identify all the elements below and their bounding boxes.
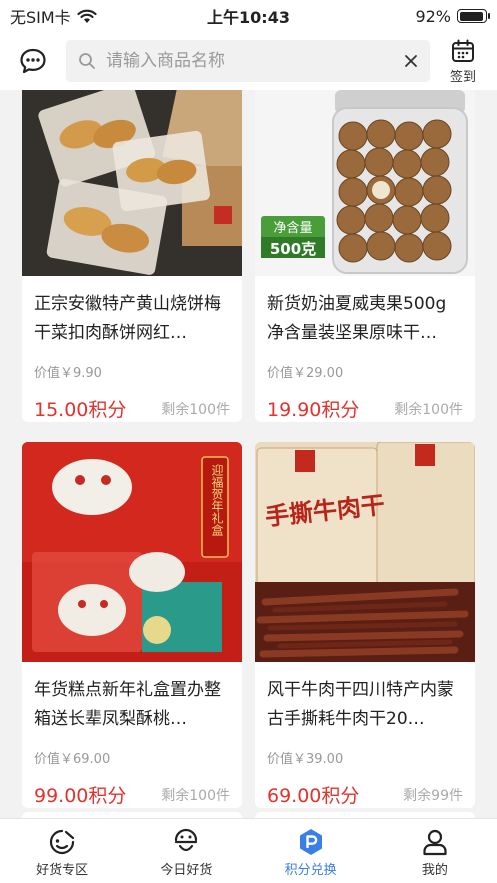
goods-icon: [50, 829, 75, 855]
tab-bar: 好货专区 今日好货 积分兑换 我的: [0, 818, 497, 883]
points-icon: [299, 829, 322, 855]
tab-label: 我的: [421, 863, 448, 878]
product-value: 价值￥9.90: [34, 366, 102, 381]
tab-label: 积分兑换: [284, 863, 337, 878]
product-remaining: 剩余100件: [394, 401, 463, 418]
calendar-icon: [452, 39, 474, 62]
tab-label: 好货专区: [36, 863, 89, 878]
product-image: 迎福贺年礼盒: [22, 442, 242, 662]
status-bar: 无SIM卡 上午10:43 92%: [0, 0, 497, 32]
product-title: 风干牛肉干四川特产内蒙古手撕耗牛肉干20…: [267, 680, 454, 729]
product-remaining: 剩余100件: [161, 401, 230, 418]
profile-icon: [423, 829, 447, 856]
product-title: 正宗安徽特产黄山烧饼梅干菜扣肉酥饼网红…: [34, 294, 221, 343]
badge-weight: 500克: [270, 240, 316, 258]
header: 签到: [0, 32, 497, 90]
product-title: 新货奶油夏威夷果500g净含量装坚果原味干…: [267, 294, 447, 343]
message-icon[interactable]: [18, 46, 48, 76]
tab-label: 今日好货: [160, 863, 213, 878]
product-value: 价值￥29.00: [267, 366, 344, 381]
battery-percent: 92%: [415, 6, 451, 26]
badge-net-weight: 净含量: [273, 220, 312, 236]
clock: 上午10:43: [207, 8, 290, 27]
clear-icon[interactable]: [404, 54, 418, 68]
today-icon: [175, 828, 198, 852]
product-image: [22, 90, 242, 276]
product-value: 价值￥69.00: [34, 752, 111, 767]
product-image: 净含量 500克: [255, 90, 475, 276]
battery-icon: [457, 9, 490, 23]
product-value: 价值￥39.00: [267, 752, 344, 767]
product-remaining: 剩余99件: [403, 787, 463, 804]
product-points: 15.00积分: [34, 399, 127, 421]
product-points: 69.00积分: [267, 785, 360, 807]
tab-goods-zone[interactable]: 好货专区: [0, 819, 124, 883]
gift-box-banner: 迎福贺年礼盒: [210, 464, 224, 536]
tab-points-exchange[interactable]: 积分兑换: [249, 819, 373, 883]
tab-mine[interactable]: 我的: [373, 819, 497, 883]
product-points: 19.90积分: [267, 399, 360, 421]
signin-button[interactable]: 签到: [446, 38, 480, 85]
product-title: 年货糕点新年礼盒置办整箱送长辈凤梨酥桃…: [34, 680, 221, 729]
carrier-label: 无SIM卡: [10, 8, 71, 27]
tab-today-goods[interactable]: 今日好货: [124, 819, 248, 883]
product-grid: 正宗安徽特产黄山烧饼梅干菜扣肉酥饼网红… 价值￥9.90 15.00积分 剩余1…: [0, 90, 497, 818]
product-card[interactable]: 正宗安徽特产黄山烧饼梅干菜扣肉酥饼网红… 价值￥9.90 15.00积分 剩余1…: [22, 90, 242, 422]
search-input[interactable]: [106, 51, 404, 71]
signin-label: 签到: [449, 69, 476, 85]
product-remaining: 剩余100件: [161, 787, 230, 804]
search-icon: [79, 53, 95, 69]
product-points: 99.00积分: [34, 785, 127, 807]
product-card[interactable]: 迎福贺年礼盒 年货糕点新年礼盒置办整箱送长辈凤梨酥桃… 价值￥69.00 99.…: [22, 442, 242, 808]
wifi-icon: [77, 9, 97, 23]
search-box: [66, 40, 430, 82]
product-card[interactable]: 手撕牛肉干 风干牛肉干四川特产内蒙古手撕耗牛肉干20… 价值￥39.00 69.…: [255, 442, 475, 808]
product-card[interactable]: 净含量 500克 新货奶油夏威夷果500g净含量装坚果原味干… 价值￥29.00…: [255, 90, 475, 422]
product-image: 手撕牛肉干: [255, 442, 475, 662]
